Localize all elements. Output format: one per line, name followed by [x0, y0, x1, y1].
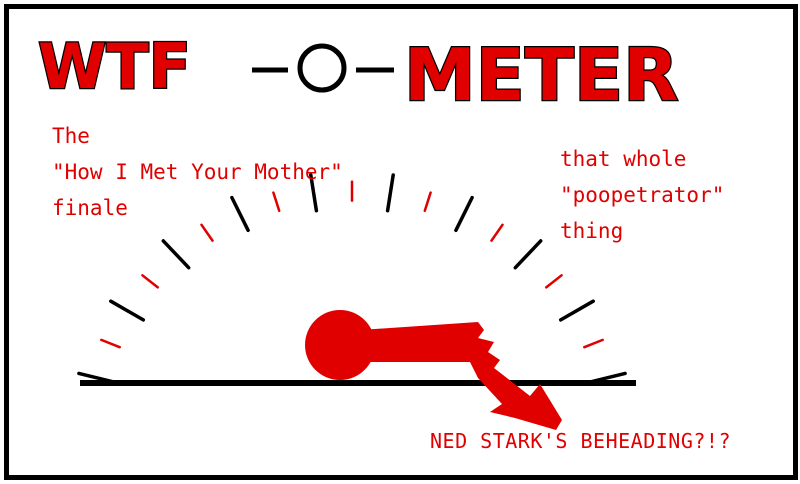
gauge-tick-major: [385, 173, 395, 213]
gauge-tick-major: [513, 239, 543, 270]
label-right-line1: that whole: [560, 147, 686, 171]
label-left-line1: The: [52, 124, 90, 148]
label-left-line2: "How I Met Your Mother": [52, 160, 343, 184]
gauge-needle: [305, 310, 562, 430]
gauge-tick-minor: [423, 191, 432, 213]
label-left: The "How I Met Your Mother" finale: [52, 124, 343, 220]
title: WTF METER: [37, 29, 680, 119]
title-o: [297, 43, 347, 93]
gauge-tick-minor: [141, 274, 160, 289]
label-left-line3: finale: [52, 196, 128, 220]
label-bottom: NED STARK'S BEHEADING?!?: [430, 429, 731, 453]
title-meter: METER: [404, 33, 679, 117]
gauge-tick-minor: [490, 223, 504, 242]
gauge-tick-major: [454, 195, 474, 233]
gauge-tick-minor: [272, 191, 281, 213]
label-right-line2: "poopetrator": [560, 183, 724, 207]
title-wtf: WTF: [38, 30, 191, 103]
gauge-tick-minor: [200, 223, 214, 242]
gauge-tick-major: [109, 299, 146, 322]
gauge-tick-minor: [544, 274, 563, 289]
wtf-meter-illustration: WTF METER The "How I Met Your Mother" fi…: [37, 29, 731, 453]
gauge-tick-minor: [100, 338, 121, 349]
needle-arrow: [360, 322, 562, 430]
label-right: that whole "poopetrator" thing: [560, 147, 724, 243]
gauge-tick-major: [558, 299, 595, 322]
label-right-line3: thing: [560, 219, 623, 243]
gauge-tick-major: [161, 239, 191, 270]
gauge-tick-minor: [583, 338, 604, 349]
gauge-tick-major: [230, 195, 250, 233]
